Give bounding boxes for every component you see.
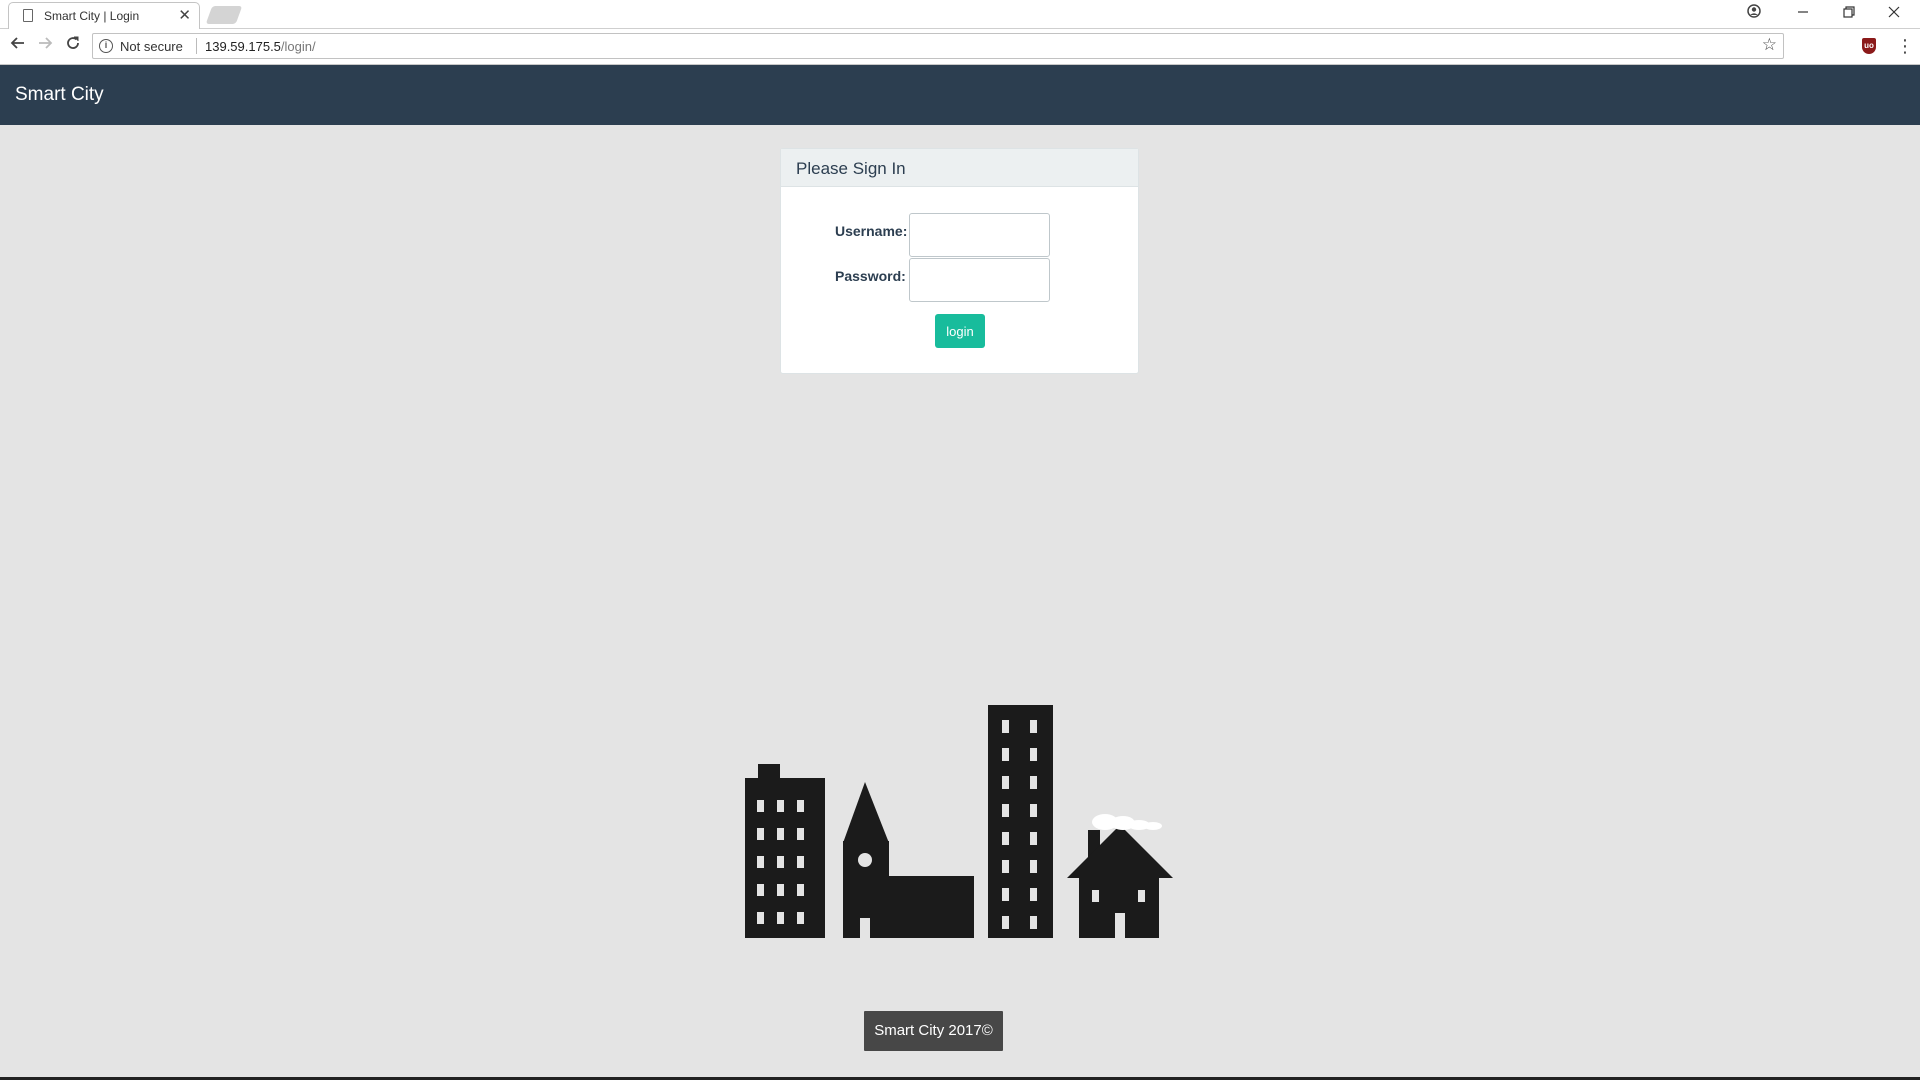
page-favicon-icon [23,9,33,22]
minimize-icon[interactable] [1788,2,1818,24]
tab-title: Smart City | Login [44,9,140,23]
brand-link[interactable]: Smart City [15,84,104,106]
url-path: /login/ [280,39,316,54]
forward-icon[interactable] [34,35,56,57]
password-label: Password: [835,268,906,284]
browser-tabstrip: Smart City | Login ✕ [0,0,1920,29]
footer-copyright: Smart City 2017© [864,1011,1003,1051]
browser-toolbar: i Not secure 139.59.175.5/login/ ☆ [0,29,1920,65]
panel-heading: Please Sign In [781,149,1138,187]
browser-menu-icon[interactable]: ⋮ [1896,35,1914,57]
site-navbar: Smart City [0,65,1920,125]
security-status[interactable]: Not secure [120,39,183,54]
ublock-extension-icon[interactable]: uo [1862,38,1876,54]
url-text[interactable]: 139.59.175.5/login/ [205,39,316,54]
new-tab-button[interactable] [205,6,243,24]
url-host: 139.59.175.5 [205,39,281,54]
address-separator [196,38,197,54]
back-icon[interactable] [7,35,29,57]
address-bar[interactable]: i Not secure 139.59.175.5/login/ ☆ [92,33,1784,59]
tab-close-icon[interactable]: ✕ [178,6,191,24]
login-button[interactable]: login [935,314,985,348]
username-label: Username: [835,223,908,239]
password-input[interactable] [909,258,1050,302]
bookmark-star-icon[interactable]: ☆ [1762,35,1777,55]
profile-icon[interactable] [1739,2,1769,24]
login-panel: Please Sign In Username: Password: login [780,148,1139,374]
restore-icon[interactable] [1834,2,1864,24]
extension-label: uo [1864,41,1874,50]
city-skyline-icon [745,705,1173,938]
browser-tab-active[interactable]: Smart City | Login ✕ [8,2,200,29]
username-input[interactable] [909,213,1050,257]
info-icon[interactable]: i [99,39,113,53]
close-window-icon[interactable] [1879,2,1909,24]
reload-icon[interactable] [62,35,84,57]
